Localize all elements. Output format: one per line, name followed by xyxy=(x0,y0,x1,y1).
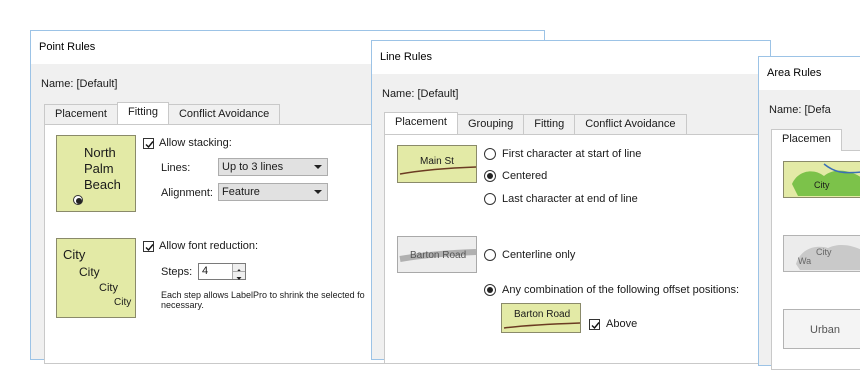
area-rules-window: Area Rules Name: [Defa Placemen City Cit… xyxy=(758,56,860,370)
window-title: Line Rules xyxy=(372,41,770,74)
sample-text: City xyxy=(816,247,832,257)
offset-positions-label: Any combination of the following offset … xyxy=(502,284,740,296)
last-character-label: Last character at end of line xyxy=(502,193,638,205)
centered-radio[interactable] xyxy=(484,170,496,182)
tab-bar: Placement Fitting Conflict Avoidance xyxy=(44,102,281,125)
name-value: [Default] xyxy=(417,88,459,100)
centered-label: Centered xyxy=(502,170,548,182)
window-title: Area Rules xyxy=(759,57,860,90)
tab-placement[interactable]: Placement xyxy=(384,112,458,134)
name-label: Name: xyxy=(382,88,415,100)
main-st-sample: Main St xyxy=(397,145,477,183)
step-help-text-2: necessary. xyxy=(161,300,204,310)
centerline-sample: Barton Road xyxy=(397,236,477,273)
placement-panel: Main St First character at start of line… xyxy=(384,134,772,364)
steps-value: 4 xyxy=(202,265,209,277)
tab-fitting[interactable]: Fitting xyxy=(523,114,576,134)
last-character-radio[interactable] xyxy=(484,193,496,205)
name-label: Name: xyxy=(41,78,74,90)
allow-stacking-checkbox[interactable] xyxy=(143,138,154,149)
allow-stacking-label: Allow stacking: xyxy=(159,137,232,149)
sample-text: Barton Road xyxy=(410,250,467,261)
alignment-label: Alignment: xyxy=(161,187,213,199)
offset-positions-radio[interactable] xyxy=(484,284,496,296)
sample-text: City xyxy=(79,265,100,279)
tab-placement[interactable]: Placemen xyxy=(771,129,842,151)
sample-text: Wa xyxy=(798,256,812,266)
name-row: Name: [Defa xyxy=(769,104,831,116)
centerline-only-radio[interactable] xyxy=(484,249,496,261)
name-label: Name: xyxy=(769,104,802,116)
tab-grouping[interactable]: Grouping xyxy=(456,114,525,134)
tab-bar: Placement Grouping Fitting Conflict Avoi… xyxy=(384,112,687,135)
steps-stepper[interactable]: 4 xyxy=(198,263,246,280)
point-marker-icon xyxy=(73,195,83,205)
area-sample-2: City Wa xyxy=(783,235,860,272)
sample-text: Urban xyxy=(810,324,840,336)
centerline-only-label: Centerline only xyxy=(502,249,576,261)
chevron-down-icon xyxy=(314,190,322,194)
name-value: [Default] xyxy=(76,78,118,90)
name-value: [Defa xyxy=(804,104,831,116)
tab-bar: Placemen xyxy=(771,129,842,152)
line-rules-window: Line Rules Name: [Default] Placement Gro… xyxy=(371,40,772,364)
sample-text: Palm xyxy=(84,161,114,176)
first-character-radio[interactable] xyxy=(484,148,496,160)
lines-label: Lines: xyxy=(161,162,191,174)
tab-conflict-avoidance[interactable]: Conflict Avoidance xyxy=(167,104,281,124)
above-checkbox[interactable] xyxy=(589,319,600,330)
tab-fitting[interactable]: Fitting xyxy=(116,102,169,124)
steps-label: Steps: xyxy=(161,266,193,278)
above-label: Above xyxy=(606,318,638,330)
alignment-dropdown[interactable]: Feature xyxy=(218,183,328,201)
tab-conflict-avoidance[interactable]: Conflict Avoidance xyxy=(574,114,687,134)
sample-text: City xyxy=(814,180,830,190)
chevron-down-icon xyxy=(314,165,322,169)
offset-sample: Barton Road xyxy=(501,303,581,333)
sample-text: Beach xyxy=(84,177,121,192)
lines-value: Up to 3 lines xyxy=(222,161,284,173)
sample-text: North xyxy=(84,145,116,160)
step-help-text: Each step allows LabelPro to shrink the … xyxy=(161,290,365,300)
area-sample-1: City xyxy=(783,161,860,198)
stepper-up-button[interactable] xyxy=(232,264,245,272)
sample-text: City xyxy=(114,297,132,308)
tab-placement[interactable]: Placement xyxy=(44,104,118,124)
allow-font-reduction-checkbox[interactable] xyxy=(143,241,154,252)
alignment-value: Feature xyxy=(222,186,260,198)
font-reduction-sample: City City City City xyxy=(56,238,136,318)
sample-text: Barton Road xyxy=(514,309,571,320)
placement-panel: City City Wa Urban xyxy=(771,150,860,370)
sample-text: Main St xyxy=(420,156,454,167)
first-character-label: First character at start of line xyxy=(502,148,642,160)
lines-dropdown[interactable]: Up to 3 lines xyxy=(218,158,328,176)
sample-text: City xyxy=(99,282,118,294)
name-row: Name: [Default] xyxy=(382,88,458,100)
stepper-down-button[interactable] xyxy=(232,271,245,280)
sample-text: City xyxy=(63,247,86,262)
area-sample-3: Urban xyxy=(783,309,860,349)
allow-font-reduction-label: Allow font reduction: xyxy=(159,240,259,252)
stacking-sample: North Palm Beach xyxy=(56,135,136,212)
name-row: Name: [Default] xyxy=(41,78,117,90)
